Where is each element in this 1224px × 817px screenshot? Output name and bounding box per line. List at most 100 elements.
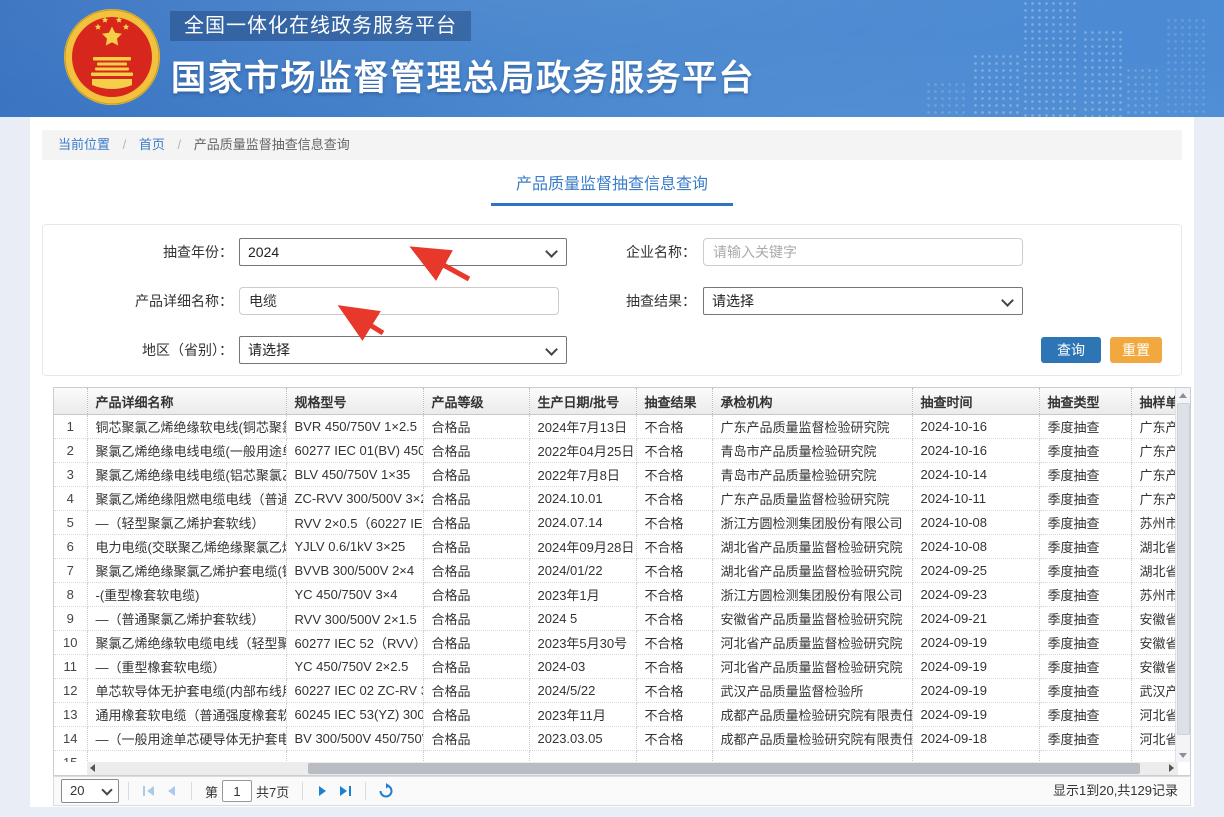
- cell-sampling-unit: 安徽省产: [1131, 655, 1176, 679]
- cell-inspection-time: 2024-09-19: [912, 655, 1039, 679]
- building-silhouette: [1082, 29, 1122, 117]
- triangle-right-icon: [1169, 764, 1174, 772]
- cell-sampling-unit: 广东产品: [1131, 415, 1176, 439]
- tab-bar: 产品质量监督抽查信息查询: [30, 170, 1194, 206]
- tab-active-underline: [491, 203, 733, 206]
- row-number: 14: [54, 727, 87, 751]
- cell-production-date: 2023.03.05: [529, 727, 636, 751]
- scroll-right-button[interactable]: [1165, 762, 1178, 775]
- table-row[interactable]: 14 —（一般用途单芯硬导体无护套电缆） BV 300/500V 450/750…: [54, 727, 1176, 751]
- cell-inspection-time: 2024-10-16: [912, 439, 1039, 463]
- cell-product-name: 聚氯乙烯绝缘电线电缆(铝芯聚氯乙烯: [87, 463, 286, 487]
- region-select[interactable]: 请选择: [239, 336, 567, 364]
- site-header: 全国一体化在线政务服务平台 国家市场监督管理总局政务服务平台: [0, 0, 1224, 117]
- row-number: 12: [54, 679, 87, 703]
- column-header-production-date[interactable]: 生产日期/批号: [529, 388, 636, 415]
- cell-product-name: 聚氯乙烯绝缘阻燃电缆电线（普通聚氯: [87, 487, 286, 511]
- cell-product-grade: 合格品: [423, 535, 529, 559]
- table-row[interactable]: 3 聚氯乙烯绝缘电线电缆(铝芯聚氯乙烯 BLV 450/750V 1×35 合格…: [54, 463, 1176, 487]
- page-number-input[interactable]: [222, 780, 252, 802]
- row-number: 9: [54, 607, 87, 631]
- building-silhouette: [972, 53, 1020, 117]
- page-size-value: 20: [70, 783, 84, 798]
- cell-sampling-unit: 苏州市产: [1131, 511, 1176, 535]
- result-select-value: 请选择: [712, 293, 754, 309]
- table-row[interactable]: 7 聚氯乙烯绝缘聚氯乙烯护套电缆(铜芯 BVVB 300/500V 2×4 合格…: [54, 559, 1176, 583]
- first-page-icon: [141, 783, 157, 799]
- column-header-spec-model[interactable]: 规格型号: [286, 388, 423, 415]
- breadcrumb-home-link[interactable]: 首页: [139, 137, 165, 152]
- scroll-down-button[interactable]: [1176, 748, 1190, 762]
- table-row[interactable]: 6 电力电缆(交联聚乙烯绝缘聚氯乙烯护 YJLV 0.6/1kV 3×25 合格…: [54, 535, 1176, 559]
- cell-spec-model: 60245 IEC 53(YZ) 300/50: [286, 703, 423, 727]
- vertical-scrollbar[interactable]: [1175, 388, 1190, 762]
- next-page-button[interactable]: [312, 780, 334, 802]
- breadcrumb: 当前位置 / 首页 / 产品质量监督抽查信息查询: [42, 130, 1182, 160]
- column-header-product-grade[interactable]: 产品等级: [423, 388, 529, 415]
- cell-testing-agency: 青岛市产品质量检验研究院: [712, 463, 912, 487]
- cell-product-name: —（普通聚氯乙烯护套软线）: [87, 607, 286, 631]
- last-page-button[interactable]: [334, 780, 356, 802]
- records-summary: 显示1到20,共129记录: [1053, 777, 1178, 805]
- cell-product-grade: 合格品: [423, 415, 529, 439]
- page-prefix-label: 第: [205, 782, 218, 801]
- cell-sampling-unit: 湖北省产: [1131, 535, 1176, 559]
- table-row[interactable]: 4 聚氯乙烯绝缘阻燃电缆电线（普通聚氯 ZC-RVV 300/500V 3×2.…: [54, 487, 1176, 511]
- first-page-button[interactable]: [138, 780, 160, 802]
- previous-page-button[interactable]: [160, 780, 182, 802]
- cell-inspection-result: 不合格: [636, 415, 712, 439]
- table-row[interactable]: 11 —（重型橡套软电缆） YC 450/750V 2×2.5 合格品 2024…: [54, 655, 1176, 679]
- cell-sampling-unit: 河北省产: [1131, 727, 1176, 751]
- cell-product-grade: 合格品: [423, 703, 529, 727]
- cell-product-name: 铜芯聚氯乙烯绝缘软电线(铜芯聚氯乙烯: [87, 415, 286, 439]
- cell-testing-agency: 湖北省产品质量监督检验研究院: [712, 535, 912, 559]
- column-header-sampling-unit[interactable]: 抽样单位: [1131, 388, 1176, 415]
- column-header-testing-agency[interactable]: 承检机构: [712, 388, 912, 415]
- row-number: 5: [54, 511, 87, 535]
- column-header-inspection-result[interactable]: 抽查结果: [636, 388, 712, 415]
- column-header-inspection-type[interactable]: 抽查类型: [1039, 388, 1131, 415]
- table-row[interactable]: 10 聚氯乙烯绝缘软电缆电线（轻型聚氯乙 60277 IEC 52（RVV） 3…: [54, 631, 1176, 655]
- refresh-button[interactable]: [375, 780, 397, 802]
- table-row-partial[interactable]: 15: [54, 751, 1176, 763]
- reset-button[interactable]: 重置: [1110, 337, 1162, 363]
- query-form: 抽查年份： 2024 企业名称： 产品详细名称： 抽查结果： 请选择 地区（省别…: [42, 224, 1182, 376]
- cell-production-date: 2023年11月: [529, 703, 636, 727]
- result-select[interactable]: 请选择: [703, 287, 1023, 315]
- tab-label: 产品质量监督抽查信息查询: [516, 176, 708, 193]
- cell-inspection-result: [636, 751, 712, 763]
- cell-testing-agency: 广东产品质量监督检验研究院: [712, 415, 912, 439]
- table-row[interactable]: 13 通用橡套软电缆（普通强度橡套软线） 60245 IEC 53(YZ) 30…: [54, 703, 1176, 727]
- scroll-left-button[interactable]: [87, 762, 100, 775]
- column-header-inspection-time[interactable]: 抽查时间: [912, 388, 1039, 415]
- cell-inspection-type: 季度抽查: [1039, 415, 1131, 439]
- table-row[interactable]: 8 -(重型橡套软电缆) YC 450/750V 3×4 合格品 2023年1月…: [54, 583, 1176, 607]
- vertical-scrollbar-thumb[interactable]: [1177, 403, 1190, 735]
- cell-inspection-time: [912, 751, 1039, 763]
- search-button[interactable]: 查询: [1041, 337, 1101, 363]
- scroll-up-button[interactable]: [1176, 388, 1190, 402]
- divider: [365, 782, 366, 800]
- table-row[interactable]: 12 单芯软导体无护套电缆(内部布线用导 60227 IEC 02 ZC-RV …: [54, 679, 1176, 703]
- cell-product-grade: 合格品: [423, 607, 529, 631]
- row-number: 13: [54, 703, 87, 727]
- cell-inspection-time: 2024-10-14: [912, 463, 1039, 487]
- table-row[interactable]: 9 —（普通聚氯乙烯护套软线） RVV 300/500V 2×1.5（6 合格品…: [54, 607, 1176, 631]
- table-row[interactable]: 5 —（轻型聚氯乙烯护套软线） RVV 2×0.5（60227 IEC 5 合格…: [54, 511, 1176, 535]
- page-size-select[interactable]: 20: [61, 779, 119, 803]
- column-header-product-name[interactable]: 产品详细名称: [87, 388, 286, 415]
- cell-spec-model: RVV 2×0.5（60227 IEC 5: [286, 511, 423, 535]
- cell-testing-agency: 浙江方圆检测集团股份有限公司: [712, 583, 912, 607]
- table-row[interactable]: 1 铜芯聚氯乙烯绝缘软电线(铜芯聚氯乙烯 BVR 450/750V 1×2.5 …: [54, 415, 1176, 439]
- breadcrumb-separator: /: [178, 137, 182, 152]
- company-input[interactable]: [703, 238, 1023, 266]
- tab-product-quality-query[interactable]: 产品质量监督抽查信息查询: [508, 170, 716, 206]
- horizontal-scrollbar-thumb[interactable]: [308, 763, 1140, 774]
- horizontal-scrollbar[interactable]: [87, 762, 1178, 775]
- results-table: 产品详细名称 规格型号 产品等级 生产日期/批号 抽查结果 承检机构 抽查时间 …: [53, 387, 1191, 776]
- cell-product-name: [87, 751, 286, 763]
- product-name-input[interactable]: [239, 287, 559, 315]
- table-row[interactable]: 2 聚氯乙烯绝缘电线电缆(一般用途单芯 60277 IEC 01(BV) 450…: [54, 439, 1176, 463]
- year-select[interactable]: 2024: [239, 238, 567, 266]
- cell-product-name: 聚氯乙烯绝缘电线电缆(一般用途单芯: [87, 439, 286, 463]
